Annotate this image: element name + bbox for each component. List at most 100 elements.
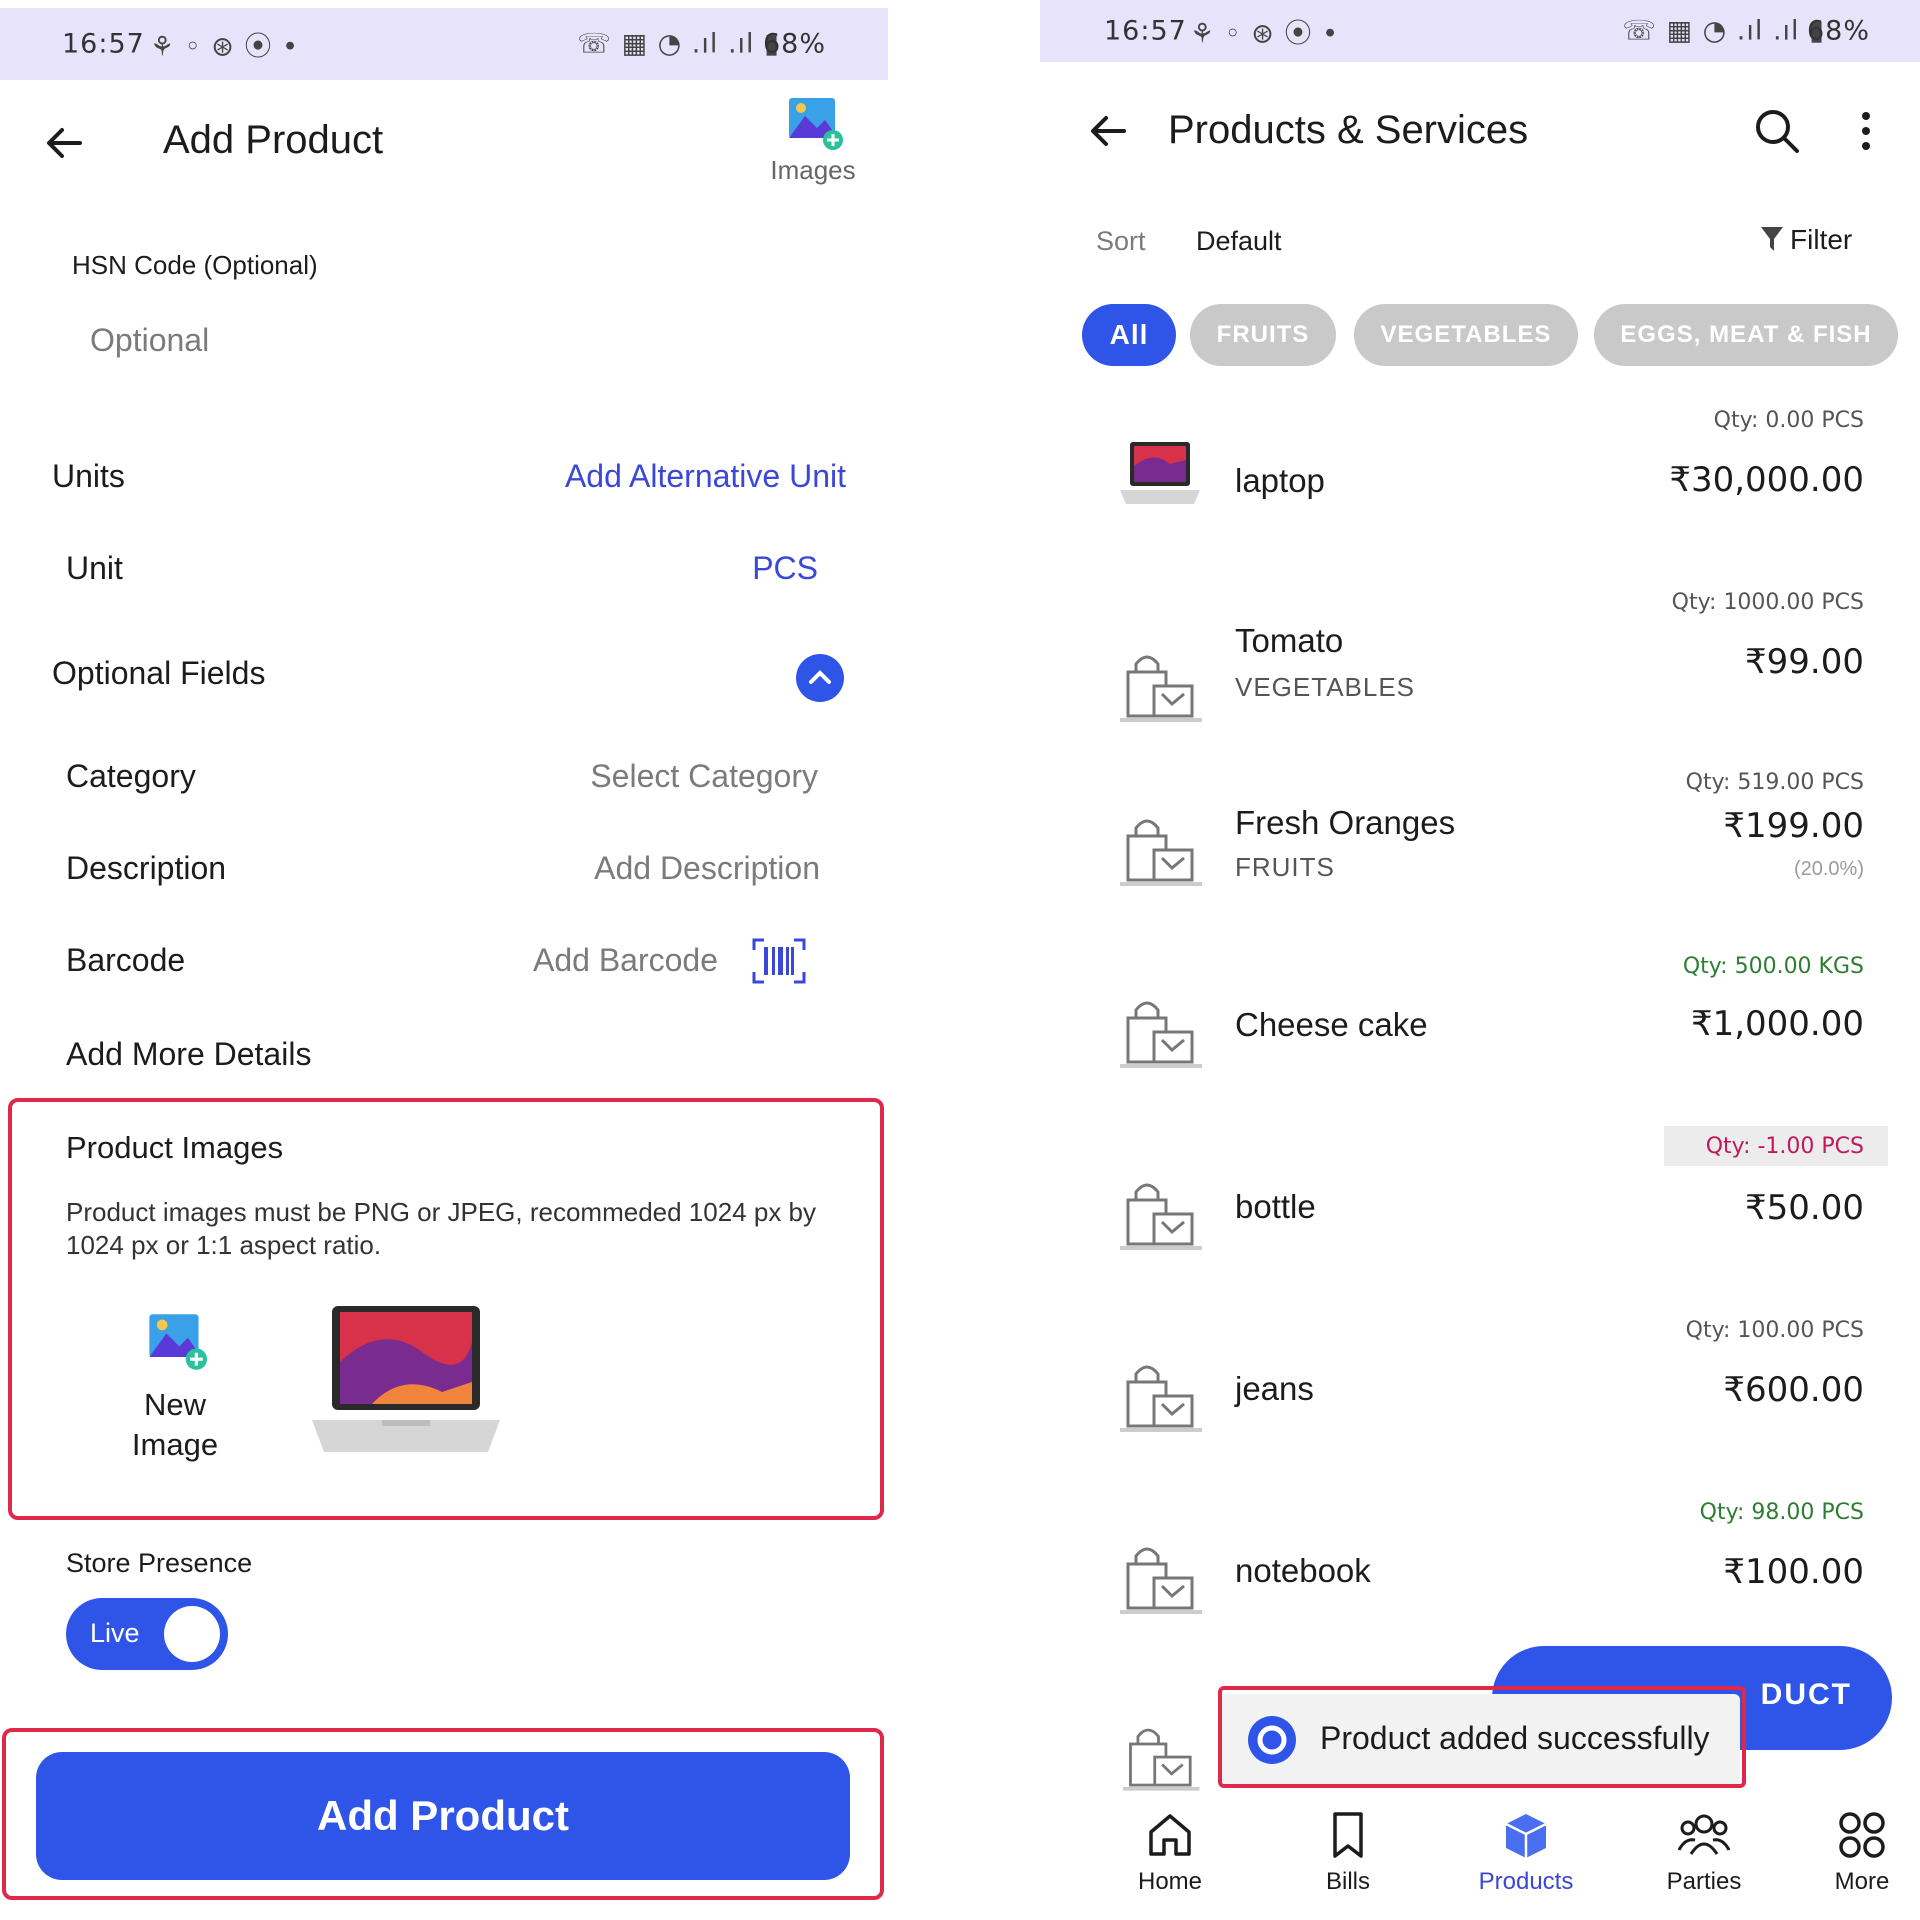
- new-image-label: New Image: [131, 1387, 219, 1462]
- page-title: Products & Services: [1168, 108, 1529, 152]
- images-button[interactable]: Images: [758, 94, 868, 186]
- nav-bills-label: Bills: [1325, 1868, 1370, 1895]
- product-qty: Qty: 500.00 KGS: [1682, 954, 1864, 979]
- nav-more[interactable]: More: [1807, 1810, 1917, 1896]
- product-category: FRUITS: [1235, 852, 1335, 882]
- nav-home-label: Home: [1137, 1868, 1203, 1895]
- product-qty: Qty: 98.00 PCS: [1699, 1500, 1864, 1525]
- status-time: 16:57: [62, 28, 145, 60]
- product-qty: Qty: 519.00 PCS: [1685, 770, 1864, 795]
- chip-all[interactable]: All: [1082, 304, 1176, 366]
- chip-eggs-meat-fish[interactable]: EGGS, MEAT & FISH: [1594, 304, 1898, 366]
- category-select[interactable]: Select Category: [590, 758, 818, 795]
- product-name: Fresh Oranges: [1235, 804, 1456, 841]
- barcode-label: Barcode: [66, 942, 186, 978]
- product-images-title: Product Images: [66, 1130, 284, 1165]
- nav-more-label: More: [1834, 1868, 1890, 1895]
- product-name: Cheese cake: [1235, 1006, 1428, 1043]
- more-options-icon[interactable]: [1856, 108, 1876, 154]
- back-arrow-icon[interactable]: [40, 118, 90, 168]
- hsn-label: HSN Code (Optional): [72, 250, 318, 280]
- back-arrow-icon[interactable]: [1084, 106, 1134, 156]
- product-qty: Qty: 1000.00 PCS: [1671, 590, 1864, 615]
- product-images-hint: Product images must be PNG or JPEG, reco…: [66, 1197, 817, 1260]
- nav-home[interactable]: Home: [1095, 1810, 1245, 1896]
- list-item[interactable]: Cheese cake Qty: 500.00 KGS ₹1,000.00: [1040, 944, 1920, 1126]
- status-time: 16:57: [1104, 15, 1187, 47]
- signal-icons: ☏ ▦ ◔ .ıl .ıl ▮: [577, 28, 780, 60]
- product-qty: Qty: 100.00 PCS: [1685, 1318, 1864, 1343]
- funnel-icon: [1761, 227, 1783, 251]
- product-name: Tomato: [1235, 622, 1344, 659]
- nav-parties[interactable]: Parties: [1629, 1810, 1779, 1896]
- list-item[interactable]: Fresh Oranges FRUITS Qty: 519.00 PCS ₹19…: [1040, 762, 1920, 944]
- collapse-chevron-up-icon[interactable]: [796, 654, 844, 702]
- list-item[interactable]: laptop Qty: 0.00 PCS ₹30,000.00: [1040, 398, 1920, 580]
- add-more-details-link[interactable]: Add More Details: [66, 1036, 311, 1073]
- description-label: Description: [66, 850, 227, 886]
- nav-products[interactable]: Products: [1451, 1810, 1601, 1896]
- products-services-screen: 16:57 ⚘ ◦ ⊛ ⦿ • ☏ ▦ ◔ .ıl .ıl ▮ 68% Prod…: [1040, 0, 1920, 1920]
- product-name: notebook: [1235, 1552, 1371, 1589]
- product-price: ₹30,000.00: [1669, 460, 1864, 500]
- status-bar: 16:57 ⚘ ◦ ⊛ ⦿ • ☏ ▦ ◔ .ıl .ıl ▮ 68%: [1040, 0, 1920, 62]
- laptop-thumbnail[interactable]: [312, 1302, 500, 1462]
- status-battery: 68%: [1806, 15, 1870, 47]
- product-qty: Qty: -1.00 PCS: [1705, 1134, 1864, 1159]
- barcode-scan-icon[interactable]: [750, 936, 808, 986]
- list-item[interactable]: Tomato VEGETABLES Qty: 1000.00 PCS ₹99.0…: [1040, 580, 1920, 762]
- nav-products-label: Products: [1478, 1868, 1574, 1895]
- sort-value[interactable]: Default: [1196, 226, 1282, 257]
- product-discount: (20.0%): [1793, 858, 1864, 880]
- shopping-bag-icon: [1120, 1170, 1210, 1260]
- product-category: VEGETABLES: [1235, 672, 1416, 702]
- product-name: bottle: [1235, 1188, 1316, 1225]
- toast-highlight: [1218, 1686, 1746, 1788]
- add-image-icon: [149, 1314, 208, 1370]
- page-title: Add Product: [163, 118, 384, 162]
- product-price: ₹50.00: [1745, 1188, 1864, 1228]
- shopping-bag-icon: [1120, 1352, 1210, 1442]
- sort-label: Sort: [1096, 226, 1146, 256]
- status-battery: 68%: [762, 28, 826, 60]
- product-price: ₹1,000.00: [1690, 1004, 1864, 1044]
- nav-parties-label: Parties: [1666, 1868, 1742, 1895]
- barcode-input[interactable]: Add Barcode: [533, 942, 718, 979]
- shopping-bag-icon: [1120, 1534, 1210, 1624]
- store-presence-toggle[interactable]: Live: [66, 1598, 228, 1670]
- product-price: ₹100.00: [1723, 1552, 1864, 1592]
- chip-vegetables[interactable]: VEGETABLES: [1354, 304, 1578, 366]
- nav-bills[interactable]: Bills: [1273, 1810, 1423, 1896]
- hsn-input[interactable]: Optional: [90, 322, 790, 359]
- new-image-button[interactable]: New Image: [110, 1310, 240, 1465]
- product-price: ₹600.00: [1723, 1370, 1864, 1410]
- box-icon: [1505, 1814, 1547, 1858]
- product-name: laptop: [1235, 462, 1325, 499]
- list-item[interactable]: notebook Qty: 98.00 PCS ₹100.00: [1040, 1490, 1920, 1672]
- status-bar: 16:57 ⚘ ◦ ⊛ ⦿ • ☏ ▦ ◔ .ıl .ıl ▮ 68%: [0, 8, 888, 80]
- unit-label: Unit: [66, 550, 123, 586]
- list-item[interactable]: bottle Qty: -1.00 PCS ₹50.00: [1040, 1126, 1920, 1308]
- search-icon[interactable]: [1752, 106, 1802, 156]
- notification-icons: ⚘ ◦ ⊛ ⦿ •: [1190, 18, 1340, 50]
- unit-value[interactable]: PCS: [752, 550, 818, 587]
- notification-icons: ⚘ ◦ ⊛ ⦿ •: [150, 31, 300, 63]
- list-item[interactable]: jeans Qty: 100.00 PCS ₹600.00: [1040, 1308, 1920, 1490]
- product-name: jeans: [1235, 1370, 1314, 1407]
- bookmark-icon: [1333, 1812, 1363, 1858]
- product-price: ₹99.00: [1745, 642, 1864, 682]
- toggle-live-label: Live: [90, 1618, 140, 1648]
- chip-fruits[interactable]: FRUITS: [1190, 304, 1336, 366]
- toggle-knob: [164, 1606, 220, 1662]
- filter-button[interactable]: Filter: [1760, 224, 1880, 256]
- product-price: ₹199.00: [1723, 806, 1864, 846]
- shopping-bag-icon: [1120, 806, 1210, 896]
- product-qty: Qty: 0.00 PCS: [1713, 408, 1864, 433]
- signal-icons: ☏ ▦ ◔ .ıl .ıl ▮: [1622, 15, 1825, 47]
- laptop-thumbnail: [1120, 440, 1210, 530]
- home-icon: [1149, 1814, 1191, 1856]
- description-input[interactable]: Add Description: [594, 850, 820, 887]
- add-product-button[interactable]: Add Product: [36, 1752, 850, 1880]
- add-alternative-unit-link[interactable]: Add Alternative Unit: [565, 458, 846, 495]
- people-icon: [1677, 1814, 1731, 1855]
